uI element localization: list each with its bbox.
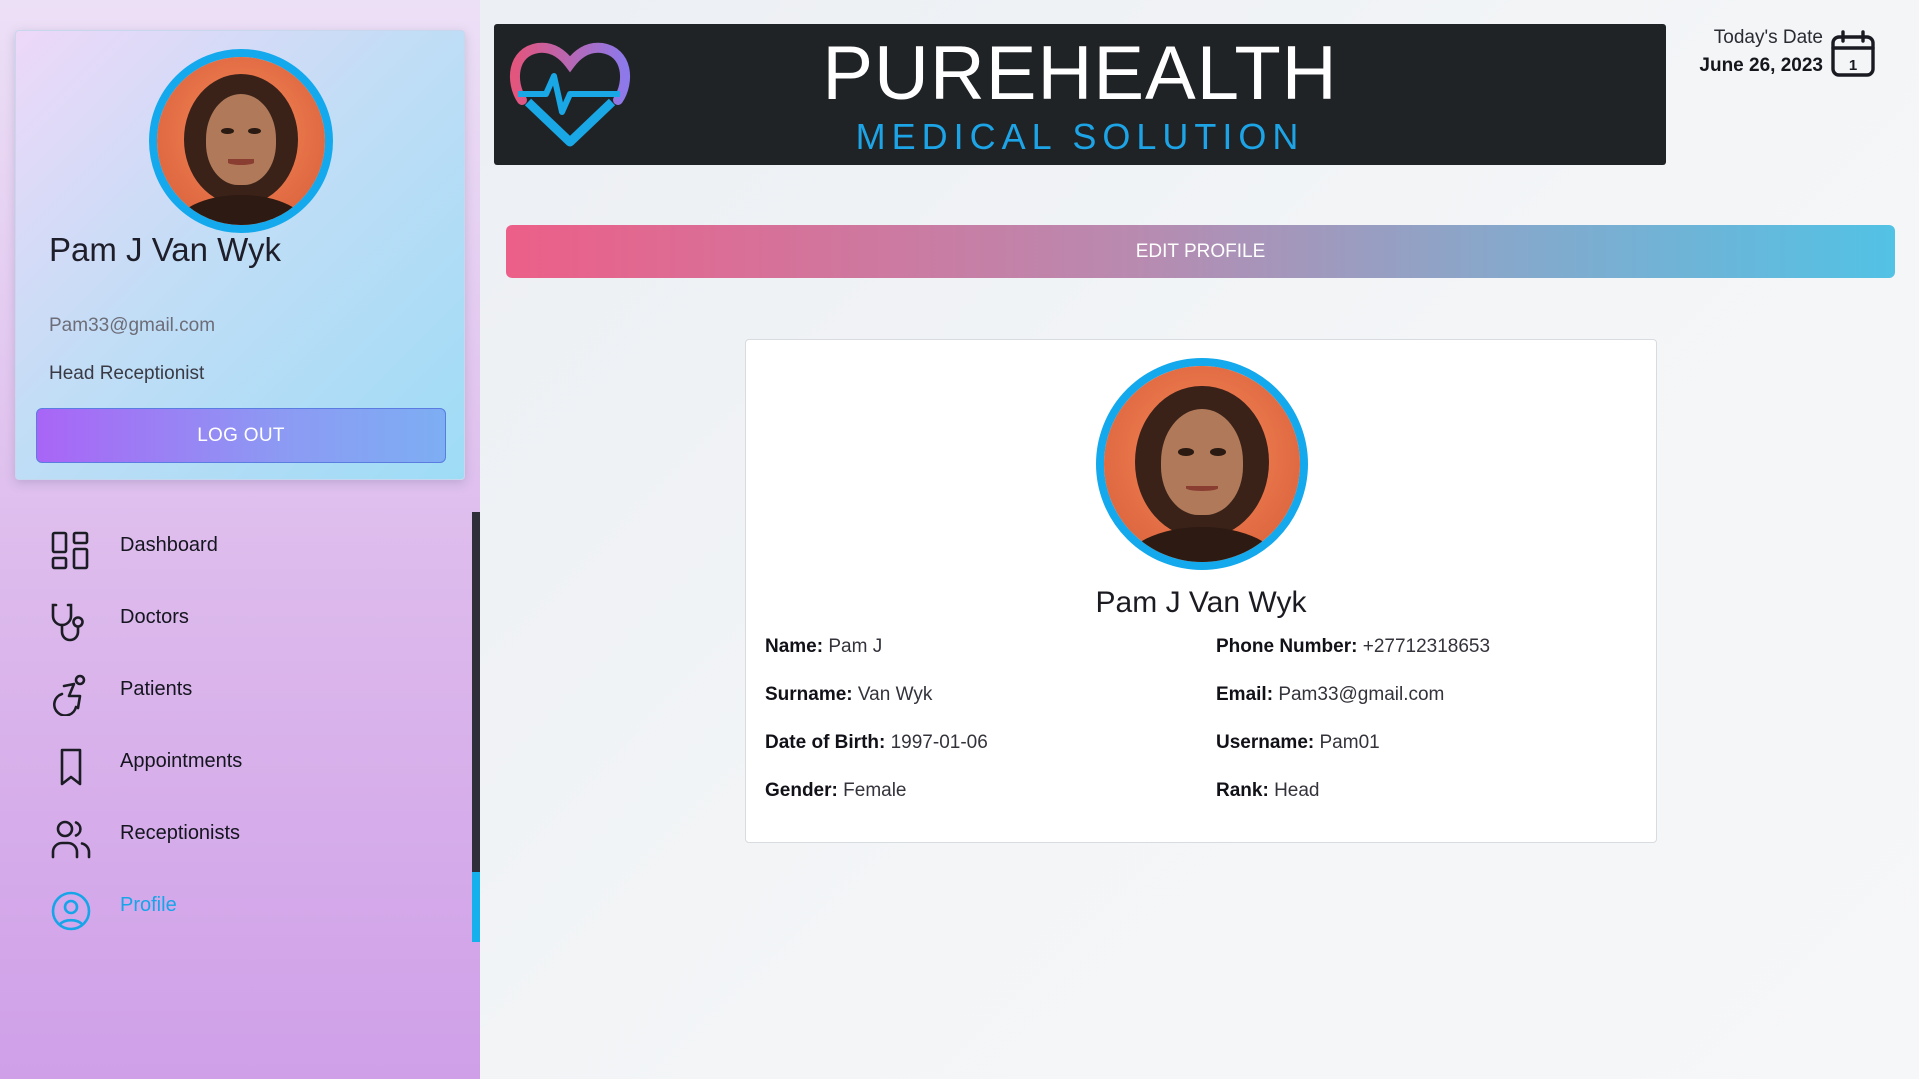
field-value: +27712318653 — [1362, 636, 1491, 657]
user-circle-icon — [51, 891, 91, 931]
date-label: Today's Date — [1713, 27, 1823, 48]
users-icon — [51, 820, 91, 859]
user-role: Head Receptionist — [49, 363, 205, 384]
field-phone-number: Phone Number: +27712318653 — [1216, 636, 1490, 658]
field-email: Email: Pam33@gmail.com — [1216, 684, 1444, 706]
sidebar-item-label: Receptionists — [120, 822, 241, 844]
avatar — [1096, 358, 1308, 570]
calendar-day: 1 — [1849, 57, 1857, 74]
avatar — [149, 49, 333, 233]
sidebar-item-label: Dashboard — [120, 534, 218, 556]
user-email: Pam33@gmail.com — [49, 315, 216, 336]
field-key: Email: — [1216, 684, 1274, 705]
field-key: Date of Birth: — [765, 732, 886, 753]
brand-banner: PUREHEALTH MEDICAL SOLUTION — [494, 24, 1666, 165]
field-name: Name: Pam J — [765, 636, 882, 658]
field-key: Rank: — [1216, 780, 1269, 801]
sidebar-item-dashboard[interactable]: Dashboard — [0, 512, 472, 584]
field-value: Head — [1274, 780, 1320, 801]
bookmark-icon — [60, 748, 82, 786]
sidebar-item-label: Doctors — [120, 606, 189, 628]
field-username: Username: Pam01 — [1216, 732, 1380, 754]
sidebar-item-appointments[interactable]: Appointments — [0, 728, 472, 800]
sidebar: Pam J Van Wyk Pam33@gmail.com Head Recep… — [0, 0, 480, 1079]
date-value: June 26, 2023 — [1699, 55, 1823, 76]
field-key: Surname: — [765, 684, 853, 705]
field-value: 1997-01-06 — [890, 732, 988, 753]
sidebar-item-receptionists[interactable]: Receptionists — [0, 800, 472, 872]
sidebar-scrollbar-thumb[interactable] — [472, 872, 480, 942]
profile-full-name: Pam J Van Wyk — [1095, 586, 1307, 619]
field-value: Pam J — [828, 636, 883, 657]
field-value: Pam33@gmail.com — [1278, 684, 1445, 705]
field-gender: Gender: Female — [765, 780, 907, 802]
profile-details-card: Pam J Van Wyk Name: Pam J Surname: Van W… — [745, 339, 1657, 843]
user-profile-card: Pam J Van Wyk Pam33@gmail.com Head Recep… — [15, 30, 465, 480]
stethoscope-icon — [51, 603, 84, 642]
edit-profile-button[interactable]: EDIT PROFILE — [506, 225, 1895, 278]
sidebar-item-label: Patients — [120, 678, 193, 700]
field-rank: Rank: Head — [1216, 780, 1320, 802]
sidebar-item-patients[interactable]: Patients — [0, 656, 472, 728]
dashboard-grid-icon — [51, 531, 89, 570]
field-date-of-birth: Date of Birth: 1997-01-06 — [765, 732, 988, 754]
field-key: Gender: — [765, 780, 838, 801]
brand-subtitle: MEDICAL SOLUTION — [855, 116, 1305, 157]
field-key: Name: — [765, 636, 824, 657]
logout-button[interactable]: LOG OUT — [36, 408, 446, 463]
field-value: Van Wyk — [857, 684, 933, 705]
brand-title: PUREHEALTH — [822, 31, 1338, 116]
field-key: Phone Number: — [1216, 636, 1358, 657]
field-value: Female — [843, 780, 907, 801]
field-key: Username: — [1216, 732, 1315, 753]
sidebar-item-label: Appointments — [120, 750, 243, 772]
sidebar-item-label: Profile — [120, 894, 177, 916]
sidebar-item-doctors[interactable]: Doctors — [0, 584, 472, 656]
calendar-icon: 1 — [1831, 30, 1875, 77]
field-value: Pam01 — [1319, 732, 1380, 753]
user-name: Pam J Van Wyk — [49, 231, 281, 268]
field-surname: Surname: Van Wyk — [765, 684, 932, 706]
todays-date: Today's Date June 26, 2023 — [1699, 25, 1823, 81]
sidebar-item-profile[interactable]: Profile — [0, 872, 472, 944]
wheelchair-icon — [53, 674, 86, 716]
